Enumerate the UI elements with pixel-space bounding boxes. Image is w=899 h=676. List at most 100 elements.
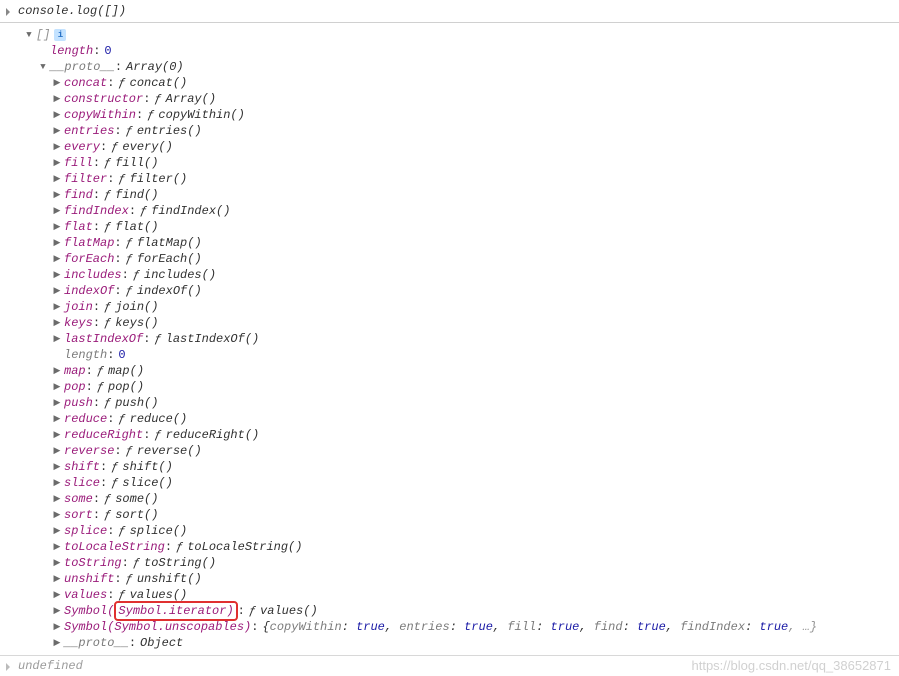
watermark: https://blog.csdn.net/qq_38652871: [692, 658, 892, 674]
prop-value: indexOf(): [137, 283, 202, 299]
prop-value: concat(): [130, 75, 188, 91]
method-row[interactable]: filter:ƒfilter(): [10, 171, 895, 187]
method-row[interactable]: lastIndexOf:ƒlastIndexOf(): [10, 331, 895, 347]
length-row[interactable]: length : 0: [10, 347, 895, 363]
method-row[interactable]: splice:ƒsplice(): [10, 523, 895, 539]
function-f-icon: ƒ: [126, 251, 133, 267]
expand-arrow-icon[interactable]: [52, 126, 62, 136]
prop-key: some: [64, 491, 93, 507]
expand-arrow-icon[interactable]: [52, 206, 62, 216]
expand-arrow-icon[interactable]: [52, 174, 62, 184]
expand-arrow-icon[interactable]: [52, 190, 62, 200]
expand-arrow-icon[interactable]: [52, 510, 62, 520]
function-f-icon: ƒ: [154, 91, 161, 107]
proto-row[interactable]: __proto__ : Array(0): [10, 59, 895, 75]
expand-arrow-icon[interactable]: [52, 606, 62, 616]
prop-value: 0: [118, 347, 125, 363]
method-row[interactable]: reduceRight:ƒreduceRight(): [10, 427, 895, 443]
expand-arrow-icon[interactable]: [52, 110, 62, 120]
expand-arrow-icon[interactable]: [38, 62, 48, 72]
prop-value: unshift(): [137, 571, 202, 587]
method-row[interactable]: sort:ƒsort(): [10, 507, 895, 523]
method-row[interactable]: reverse:ƒreverse(): [10, 443, 895, 459]
prop-value: fill(): [115, 155, 158, 171]
prop-key: forEach: [64, 251, 114, 267]
expand-arrow-icon[interactable]: [52, 622, 62, 632]
expand-arrow-icon[interactable]: [24, 30, 34, 40]
expand-arrow-icon[interactable]: [52, 142, 62, 152]
expand-arrow-icon[interactable]: [52, 158, 62, 168]
expand-arrow-icon[interactable]: [52, 446, 62, 456]
expand-arrow-icon[interactable]: [52, 574, 62, 584]
array-root-row[interactable]: [] i: [10, 27, 895, 43]
length-row[interactable]: length : 0: [10, 43, 895, 59]
method-row[interactable]: forEach:ƒforEach(): [10, 251, 895, 267]
expand-arrow-icon[interactable]: [52, 430, 62, 440]
expand-arrow-icon[interactable]: [52, 462, 62, 472]
prop-value: includes(): [144, 267, 216, 283]
method-row[interactable]: shift:ƒshift(): [10, 459, 895, 475]
expand-arrow-icon[interactable]: [52, 638, 62, 648]
method-row[interactable]: findIndex:ƒfindIndex(): [10, 203, 895, 219]
prop-value: reduce(): [130, 411, 188, 427]
prop-value: splice(): [130, 523, 188, 539]
prop-key: findIndex: [64, 203, 129, 219]
expand-arrow-icon[interactable]: [52, 526, 62, 536]
method-row[interactable]: keys:ƒkeys(): [10, 315, 895, 331]
method-row[interactable]: constructor:ƒArray(): [10, 91, 895, 107]
expand-arrow-icon[interactable]: [52, 78, 62, 88]
method-row[interactable]: indexOf:ƒindexOf(): [10, 283, 895, 299]
method-row[interactable]: every:ƒevery(): [10, 139, 895, 155]
method-row[interactable]: find:ƒfind(): [10, 187, 895, 203]
method-row[interactable]: slice:ƒslice(): [10, 475, 895, 491]
method-row[interactable]: push:ƒpush(): [10, 395, 895, 411]
expand-arrow-icon[interactable]: [52, 382, 62, 392]
symbol-iterator-row[interactable]: Symbol(Symbol.iterator) : ƒ values(): [10, 603, 895, 619]
expand-arrow-icon[interactable]: [52, 286, 62, 296]
prop-value: join(): [115, 299, 158, 315]
prop-key: slice: [64, 475, 100, 491]
method-row[interactable]: flat:ƒflat(): [10, 219, 895, 235]
method-row[interactable]: unshift:ƒunshift(): [10, 571, 895, 587]
expand-arrow-icon[interactable]: [52, 318, 62, 328]
prop-key: Symbol(Symbol.unscopables): [64, 619, 251, 635]
method-row[interactable]: pop:ƒpop(): [10, 379, 895, 395]
symbol-unscopables-row[interactable]: Symbol(Symbol.unscopables) : {copyWithin…: [10, 619, 895, 635]
expand-arrow-icon[interactable]: [52, 494, 62, 504]
expand-arrow-icon[interactable]: [52, 302, 62, 312]
method-row[interactable]: entries:ƒentries(): [10, 123, 895, 139]
prop-value: map(): [108, 363, 144, 379]
function-f-icon: ƒ: [104, 299, 111, 315]
method-row[interactable]: toString:ƒtoString(): [10, 555, 895, 571]
expand-arrow-icon[interactable]: [52, 254, 62, 264]
expand-arrow-icon[interactable]: [52, 94, 62, 104]
method-row[interactable]: toLocaleString:ƒtoLocaleString(): [10, 539, 895, 555]
expand-arrow-icon[interactable]: [52, 238, 62, 248]
prop-value: find(): [115, 187, 158, 203]
expand-arrow-icon[interactable]: [52, 366, 62, 376]
function-f-icon: ƒ: [126, 443, 133, 459]
method-row[interactable]: concat:ƒconcat(): [10, 75, 895, 91]
expand-arrow-icon[interactable]: [52, 334, 62, 344]
method-row[interactable]: reduce:ƒreduce(): [10, 411, 895, 427]
expand-arrow-icon[interactable]: [52, 398, 62, 408]
method-row[interactable]: join:ƒjoin(): [10, 299, 895, 315]
prop-value: pop(): [108, 379, 144, 395]
function-f-icon: ƒ: [104, 155, 111, 171]
method-row[interactable]: fill:ƒfill(): [10, 155, 895, 171]
expand-arrow-icon[interactable]: [52, 270, 62, 280]
expand-arrow-icon[interactable]: [52, 222, 62, 232]
info-icon[interactable]: i: [54, 29, 66, 41]
method-row[interactable]: copyWithin:ƒcopyWithin(): [10, 107, 895, 123]
method-row[interactable]: flatMap:ƒflatMap(): [10, 235, 895, 251]
method-row[interactable]: includes:ƒincludes(): [10, 267, 895, 283]
method-row[interactable]: map:ƒmap(): [10, 363, 895, 379]
method-row[interactable]: some:ƒsome(): [10, 491, 895, 507]
expand-arrow-icon[interactable]: [52, 558, 62, 568]
proto-object-row[interactable]: __proto__ : Object: [10, 635, 895, 651]
expand-arrow-icon[interactable]: [52, 590, 62, 600]
expand-arrow-icon[interactable]: [52, 542, 62, 552]
function-f-icon: ƒ: [133, 267, 140, 283]
expand-arrow-icon[interactable]: [52, 478, 62, 488]
expand-arrow-icon[interactable]: [52, 414, 62, 424]
